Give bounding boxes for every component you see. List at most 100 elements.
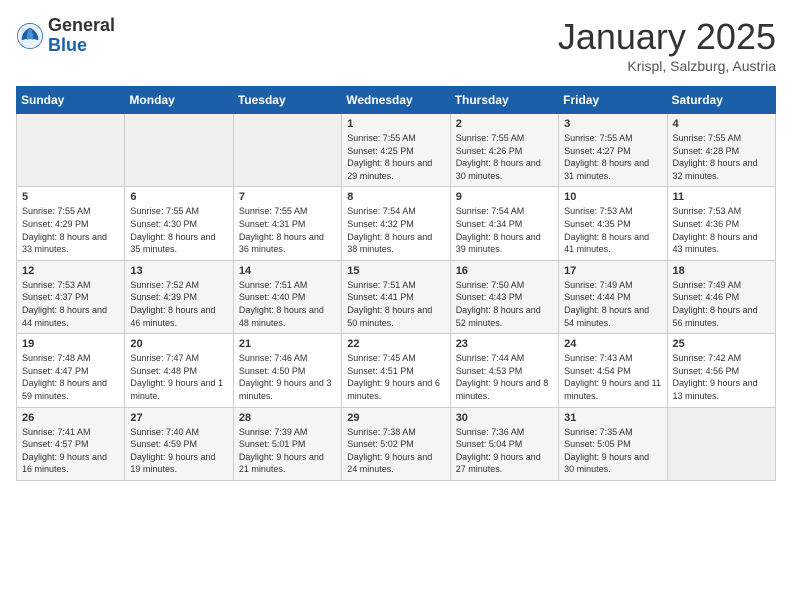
calendar-cell-w3-d5: 16 Sunrise: 7:50 AM Sunset: 4:43 PM Dayli… [450, 260, 558, 333]
day-info: Sunrise: 7:50 AM Sunset: 4:43 PM Dayligh… [456, 279, 553, 329]
day-number: 8 [347, 191, 444, 203]
day-number: 3 [564, 118, 661, 130]
day-number: 18 [673, 265, 770, 277]
logo-icon [16, 22, 44, 50]
header-monday: Monday [125, 87, 233, 114]
day-number: 26 [22, 412, 119, 424]
calendar-cell-w5-d6: 31 Sunrise: 7:35 AM Sunset: 5:05 PM Dayli… [559, 407, 667, 480]
day-info: Sunrise: 7:35 AM Sunset: 5:05 PM Dayligh… [564, 426, 661, 476]
day-number: 16 [456, 265, 553, 277]
week-row-5: 26 Sunrise: 7:41 AM Sunset: 4:57 PM Dayli… [17, 407, 776, 480]
calendar-cell-w5-d2: 27Sunrise: 7:40 AM Sunset: 4:59 PM Dayli… [125, 407, 233, 480]
day-number: 13 [130, 265, 227, 277]
calendar-cell-w2-d5: 9Sunrise: 7:54 AM Sunset: 4:34 PM Daylig… [450, 187, 558, 260]
header-friday: Friday [559, 87, 667, 114]
calendar-cell-w1-d1 [17, 114, 125, 187]
calendar-table: Sunday Monday Tuesday Wednesday Thursday… [16, 86, 776, 481]
page-header: General Blue January 2025 Krispl, Salzbu… [16, 16, 776, 74]
calendar-cell-w5-d5: 30 Sunrise: 7:36 AM Sunset: 5:04 PM Dayli… [450, 407, 558, 480]
header-tuesday: Tuesday [233, 87, 341, 114]
header-sunday: Sunday [17, 87, 125, 114]
day-info: Sunrise: 7:53 AM Sunset: 4:36 PM Dayligh… [673, 205, 770, 255]
day-info: Sunrise: 7:48 AM Sunset: 4:47 PM Dayligh… [22, 352, 119, 402]
calendar-location: Krispl, Salzburg, Austria [558, 58, 776, 74]
day-info: Sunrise: 7:49 AM Sunset: 4:44 PM Dayligh… [564, 279, 661, 329]
calendar-cell-w3-d1: 12 Sunrise: 7:53 AM Sunset: 4:37 PM Dayli… [17, 260, 125, 333]
header-saturday: Saturday [667, 87, 775, 114]
day-info: Sunrise: 7:51 AM Sunset: 4:40 PM Dayligh… [239, 279, 336, 329]
calendar-cell-w3-d6: 17Sunrise: 7:49 AM Sunset: 4:44 PM Dayli… [559, 260, 667, 333]
day-number: 29 [347, 412, 444, 424]
calendar-cell-w1-d4: 1 Sunrise: 7:55 AM Sunset: 4:25 PM Daylig… [342, 114, 450, 187]
day-info: Sunrise: 7:55 AM Sunset: 4:26 PM Dayligh… [456, 132, 553, 182]
day-info: Sunrise: 7:38 AM Sunset: 5:02 PM Dayligh… [347, 426, 444, 476]
header-thursday: Thursday [450, 87, 558, 114]
day-number: 30 [456, 412, 553, 424]
day-info: Sunrise: 7:44 AM Sunset: 4:53 PM Dayligh… [456, 352, 553, 402]
day-info: Sunrise: 7:55 AM Sunset: 4:25 PM Dayligh… [347, 132, 444, 182]
calendar-cell-w1-d2 [125, 114, 233, 187]
calendar-cell-w5-d7 [667, 407, 775, 480]
weekday-header-row: Sunday Monday Tuesday Wednesday Thursday… [17, 87, 776, 114]
day-number: 1 [347, 118, 444, 130]
calendar-cell-w2-d1: 5Sunrise: 7:55 AM Sunset: 4:29 PM Daylig… [17, 187, 125, 260]
day-info: Sunrise: 7:49 AM Sunset: 4:46 PM Dayligh… [673, 279, 770, 329]
day-info: Sunrise: 7:55 AM Sunset: 4:29 PM Dayligh… [22, 205, 119, 255]
calendar-cell-w3-d3: 14Sunrise: 7:51 AM Sunset: 4:40 PM Dayli… [233, 260, 341, 333]
day-number: 28 [239, 412, 336, 424]
calendar-cell-w1-d7: 4 Sunrise: 7:55 AM Sunset: 4:28 PM Daylig… [667, 114, 775, 187]
day-info: Sunrise: 7:53 AM Sunset: 4:37 PM Dayligh… [22, 279, 119, 329]
day-info: Sunrise: 7:51 AM Sunset: 4:41 PM Dayligh… [347, 279, 444, 329]
week-row-1: 1 Sunrise: 7:55 AM Sunset: 4:25 PM Daylig… [17, 114, 776, 187]
day-number: 21 [239, 338, 336, 350]
calendar-cell-w2-d4: 8 Sunrise: 7:54 AM Sunset: 4:32 PM Daylig… [342, 187, 450, 260]
day-number: 2 [456, 118, 553, 130]
day-info: Sunrise: 7:46 AM Sunset: 4:50 PM Dayligh… [239, 352, 336, 402]
calendar-cell-w5-d3: 28 Sunrise: 7:39 AM Sunset: 5:01 PM Dayli… [233, 407, 341, 480]
day-number: 23 [456, 338, 553, 350]
calendar-cell-w4-d6: 24Sunrise: 7:43 AM Sunset: 4:54 PM Dayli… [559, 334, 667, 407]
calendar-cell-w2-d6: 10Sunrise: 7:53 AM Sunset: 4:35 PM Dayli… [559, 187, 667, 260]
day-info: Sunrise: 7:54 AM Sunset: 4:32 PM Dayligh… [347, 205, 444, 255]
day-info: Sunrise: 7:43 AM Sunset: 4:54 PM Dayligh… [564, 352, 661, 402]
logo-text: General Blue [48, 16, 115, 56]
day-info: Sunrise: 7:52 AM Sunset: 4:39 PM Dayligh… [130, 279, 227, 329]
day-info: Sunrise: 7:55 AM Sunset: 4:28 PM Dayligh… [673, 132, 770, 182]
calendar-cell-w4-d2: 20Sunrise: 7:47 AM Sunset: 4:48 PM Dayli… [125, 334, 233, 407]
calendar-cell-w2-d2: 6Sunrise: 7:55 AM Sunset: 4:30 PM Daylig… [125, 187, 233, 260]
calendar-cell-w5-d1: 26 Sunrise: 7:41 AM Sunset: 4:57 PM Dayli… [17, 407, 125, 480]
calendar-cell-w2-d3: 7 Sunrise: 7:55 AM Sunset: 4:31 PM Daylig… [233, 187, 341, 260]
day-number: 6 [130, 191, 227, 203]
calendar-cell-w1-d3 [233, 114, 341, 187]
day-info: Sunrise: 7:55 AM Sunset: 4:31 PM Dayligh… [239, 205, 336, 255]
day-number: 22 [347, 338, 444, 350]
calendar-cell-w1-d5: 2 Sunrise: 7:55 AM Sunset: 4:26 PM Daylig… [450, 114, 558, 187]
calendar-cell-w3-d2: 13 Sunrise: 7:52 AM Sunset: 4:39 PM Dayli… [125, 260, 233, 333]
day-info: Sunrise: 7:55 AM Sunset: 4:27 PM Dayligh… [564, 132, 661, 182]
calendar-cell-w4-d3: 21 Sunrise: 7:46 AM Sunset: 4:50 PM Dayli… [233, 334, 341, 407]
day-number: 20 [130, 338, 227, 350]
logo: General Blue [16, 16, 115, 56]
day-info: Sunrise: 7:41 AM Sunset: 4:57 PM Dayligh… [22, 426, 119, 476]
week-row-3: 12 Sunrise: 7:53 AM Sunset: 4:37 PM Dayli… [17, 260, 776, 333]
day-number: 15 [347, 265, 444, 277]
day-number: 25 [673, 338, 770, 350]
title-section: January 2025 Krispl, Salzburg, Austria [558, 16, 776, 74]
calendar-cell-w4-d7: 25 Sunrise: 7:42 AM Sunset: 4:56 PM Dayli… [667, 334, 775, 407]
day-info: Sunrise: 7:36 AM Sunset: 5:04 PM Dayligh… [456, 426, 553, 476]
day-info: Sunrise: 7:53 AM Sunset: 4:35 PM Dayligh… [564, 205, 661, 255]
day-number: 7 [239, 191, 336, 203]
day-number: 31 [564, 412, 661, 424]
calendar-cell-w4-d4: 22 Sunrise: 7:45 AM Sunset: 4:51 PM Dayli… [342, 334, 450, 407]
calendar-cell-w1-d6: 3 Sunrise: 7:55 AM Sunset: 4:27 PM Daylig… [559, 114, 667, 187]
logo-blue-text: Blue [48, 36, 115, 56]
day-info: Sunrise: 7:45 AM Sunset: 4:51 PM Dayligh… [347, 352, 444, 402]
day-number: 4 [673, 118, 770, 130]
week-row-2: 5Sunrise: 7:55 AM Sunset: 4:29 PM Daylig… [17, 187, 776, 260]
day-info: Sunrise: 7:39 AM Sunset: 5:01 PM Dayligh… [239, 426, 336, 476]
calendar-cell-w4-d5: 23 Sunrise: 7:44 AM Sunset: 4:53 PM Dayli… [450, 334, 558, 407]
day-number: 11 [673, 191, 770, 203]
day-number: 12 [22, 265, 119, 277]
day-info: Sunrise: 7:42 AM Sunset: 4:56 PM Dayligh… [673, 352, 770, 402]
logo-general-text: General [48, 16, 115, 36]
